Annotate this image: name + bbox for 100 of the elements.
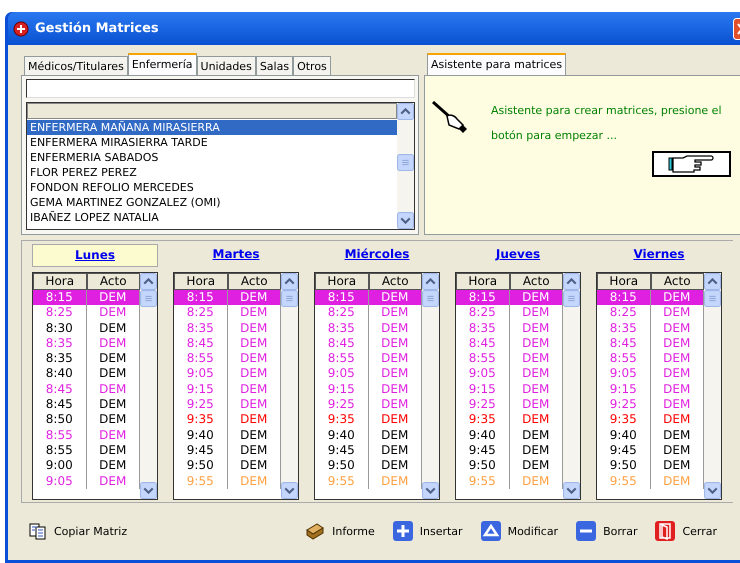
- toolbar-button[interactable]: Informe: [305, 521, 375, 541]
- list-item[interactable]: ENFERMERA MIRASIERRA TARDE: [27, 135, 397, 150]
- table-row[interactable]: 8:15 DEM: [456, 290, 563, 306]
- table-cell: 8:35: [315, 320, 368, 336]
- table-row[interactable]: 8:15 DEM: [315, 290, 422, 306]
- toolbar-button[interactable]: Insertar: [392, 521, 463, 541]
- table-cell: 9:50: [456, 458, 510, 474]
- column-header[interactable]: Hora: [174, 273, 228, 290]
- table-cell: 9:45: [597, 442, 650, 458]
- table-cell: 9:40: [174, 428, 228, 443]
- table-cell: 8:35: [597, 320, 650, 336]
- table-cell: 8:35: [456, 320, 510, 336]
- table-cell: 9:35: [174, 412, 228, 428]
- list-item[interactable]: FONDON REFOLIO MERCEDES: [27, 180, 397, 195]
- table-cell: 8:45: [315, 336, 368, 352]
- table-cell: 9:50: [597, 458, 650, 474]
- column-header[interactable]: Hora: [597, 273, 650, 290]
- table-cell: 9:50: [315, 458, 368, 474]
- table-cell: 9:55: [174, 474, 228, 489]
- table-cell: 9:05: [597, 366, 650, 382]
- table-cell: 8:35: [33, 351, 86, 366]
- table-cell: 8:55: [33, 428, 86, 443]
- table-cell: 8:45: [174, 336, 228, 352]
- list-item[interactable]: ENFERMERA MAÑANA MIRASIERRA: [27, 120, 397, 135]
- table-cell: 9:00: [33, 458, 86, 474]
- toolbar-button[interactable]: Cerrar: [655, 521, 718, 541]
- table-cell: 9:25: [597, 397, 650, 412]
- table-cell: 9:35: [456, 412, 510, 428]
- table-cell: 9:40: [315, 428, 368, 443]
- column-header[interactable]: Acto: [86, 273, 140, 290]
- table-cell: 9:40: [456, 428, 510, 443]
- table-cell: 8:15: [33, 290, 86, 306]
- table-cell: 8:35: [33, 336, 86, 352]
- list-item[interactable]: IBAÑEZ LOPEZ NATALIA: [27, 210, 397, 225]
- table-cell: 9:35: [597, 412, 650, 428]
- table-cell: 9:40: [597, 428, 650, 443]
- tab[interactable]: Salas: [256, 56, 294, 75]
- table-cell: 9:35: [315, 412, 368, 428]
- table-cell: 8:45: [456, 336, 510, 352]
- column-header[interactable]: Hora: [33, 273, 86, 290]
- day-link[interactable]: Viernes: [596, 244, 722, 267]
- table-cell: 8:55: [456, 351, 510, 366]
- toolbar-button[interactable]: Copiar Matriz: [29, 522, 128, 540]
- column-header[interactable]: Hora: [315, 273, 368, 290]
- column-header[interactable]: Acto: [228, 273, 281, 290]
- table-cell: 9:55: [315, 474, 368, 489]
- table-row[interactable]: 8:15 DEM: [174, 290, 281, 306]
- table-cell: 8:25: [174, 305, 228, 321]
- toolbar-button[interactable]: Borrar: [576, 521, 638, 541]
- table-cell: 8:45: [33, 382, 86, 398]
- table-cell: 9:50: [174, 458, 228, 474]
- column-header[interactable]: Acto: [368, 273, 422, 290]
- day-link[interactable]: Martes: [173, 244, 299, 267]
- table-cell: 8:15: [315, 290, 368, 306]
- table-cell: 8:55: [174, 351, 228, 366]
- table-cell: 9:15: [597, 382, 650, 398]
- column-header[interactable]: Hora: [456, 273, 510, 290]
- table-cell: 9:45: [174, 442, 228, 458]
- list-item[interactable]: GEMA MARTINEZ GONZALEZ (OMI): [27, 195, 397, 210]
- column-header[interactable]: Acto: [650, 273, 704, 290]
- table-cell: 8:25: [33, 305, 86, 321]
- tab[interactable]: Unidades: [196, 56, 256, 75]
- table-cell: 8:15: [174, 290, 228, 306]
- table-cell: 8:25: [597, 305, 650, 321]
- window-title: Gestión Matrices: [35, 21, 159, 36]
- table-cell: 9:55: [597, 474, 650, 489]
- table-cell: 8:55: [597, 351, 650, 366]
- toolbar-button[interactable]: Modificar: [480, 521, 558, 541]
- table-cell: 9:45: [315, 442, 368, 458]
- tab[interactable]: Asistente para matrices: [427, 53, 566, 75]
- table-cell: 8:25: [456, 305, 510, 321]
- table-cell: 8:45: [33, 397, 86, 412]
- table-cell: 9:25: [456, 397, 510, 412]
- table-cell: 8:15: [456, 290, 510, 306]
- table-cell: 8:55: [33, 442, 86, 458]
- day-link[interactable]: Lunes: [32, 244, 158, 267]
- table-cell: 9:15: [315, 382, 368, 398]
- table-cell: 9:05: [456, 366, 510, 382]
- table-cell: 8:30: [33, 320, 86, 336]
- list-item[interactable]: FLOR PEREZ PEREZ: [27, 165, 397, 180]
- column-header[interactable]: Acto: [510, 273, 563, 290]
- table-cell: 9:05: [33, 474, 86, 489]
- table-cell: 8:35: [174, 320, 228, 336]
- day-link[interactable]: Miércoles: [314, 244, 440, 267]
- table-cell: 8:50: [33, 412, 86, 428]
- table-cell: 8:55: [315, 351, 368, 366]
- tab[interactable]: Enfermería: [128, 53, 197, 75]
- wizard-message: Asistente para crear matrices, presione el botón para empezar ...: [491, 103, 723, 144]
- table-cell: 9:15: [456, 382, 510, 398]
- table-row[interactable]: 8:15 DEM: [33, 290, 140, 306]
- table-cell: 9:05: [174, 366, 228, 382]
- table-cell: 9:25: [174, 397, 228, 412]
- day-link[interactable]: Jueves: [455, 244, 581, 267]
- tab[interactable]: Médicos/Titulares: [24, 56, 128, 75]
- table-row[interactable]: 8:15 DEM: [597, 290, 704, 306]
- list-item[interactable]: ENFERMERIA SABADOS: [27, 150, 397, 165]
- tab[interactable]: Otros: [293, 56, 331, 75]
- table-cell: 9:25: [315, 397, 368, 412]
- table-cell: 9:15: [174, 382, 228, 398]
- table-cell: 8:15: [597, 290, 650, 306]
